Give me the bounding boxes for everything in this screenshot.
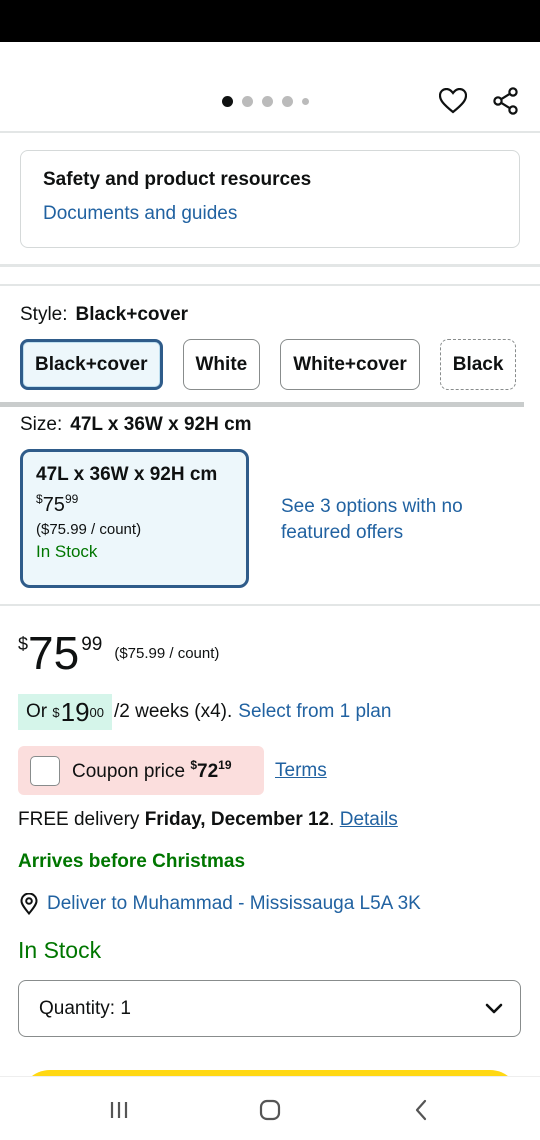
size-card-title: 47L x 36W x 92H cm — [36, 464, 218, 485]
style-option-white[interactable]: White — [182, 339, 261, 390]
safety-resources-card[interactable]: Safety and product resources Documents a… — [20, 150, 520, 248]
carousel-dot[interactable] — [242, 96, 253, 107]
divider — [0, 264, 540, 267]
installment-fraction: 00 — [89, 704, 105, 720]
share-icon[interactable] — [489, 84, 523, 118]
carousel-dot[interactable] — [302, 98, 309, 105]
arrives-before-christmas: Arrives before Christmas — [18, 851, 246, 872]
coupon-box[interactable]: Coupon price $7219 — [18, 746, 264, 795]
installment-offer: Or $19 00 /2 weeks (x4). Select from 1 pl… — [18, 694, 391, 730]
installment-amount: Or $19 00 — [18, 694, 113, 730]
carousel-dot[interactable] — [262, 96, 273, 107]
size-card-stock: In Stock — [36, 542, 98, 561]
price-whole: 75 — [28, 627, 80, 679]
installment-prefix: Or — [26, 701, 48, 722]
coupon-symbol: $ — [190, 758, 197, 772]
style-selected-value: Black+cover — [75, 304, 189, 325]
size-card-price: $7599 — [36, 492, 233, 517]
coupon-checkbox[interactable] — [30, 755, 60, 786]
style-label: Style: Black+cover — [20, 304, 188, 326]
select-plan-link[interactable]: Select from 1 plan — [238, 701, 391, 723]
style-label-text: Style: — [20, 304, 68, 325]
quantity-value: 1 — [120, 997, 131, 1019]
quantity-label: Quantity: — [39, 997, 116, 1019]
recent-apps-icon[interactable] — [104, 1095, 134, 1125]
quantity-select[interactable]: Quantity: 1 — [18, 980, 521, 1037]
style-option-black-cover[interactable]: Black+cover — [20, 339, 163, 390]
system-navigation-bar — [0, 1076, 540, 1140]
divider — [0, 604, 540, 606]
coupon-whole: 72 — [197, 761, 219, 782]
size-label-text: Size: — [20, 414, 63, 435]
home-icon[interactable] — [255, 1095, 285, 1125]
size-label: Size: 47L x 36W x 92H cm — [20, 414, 252, 436]
price-fraction: 99 — [81, 634, 103, 655]
price-whole: 75 — [42, 494, 65, 516]
chevron-down-icon — [485, 1003, 503, 1014]
coupon-price: $7219 — [190, 758, 232, 782]
delivery-prefix: FREE delivery — [18, 809, 140, 830]
divider — [0, 131, 540, 133]
back-icon[interactable] — [406, 1095, 436, 1125]
size-selected-value: 47L x 36W x 92H cm — [70, 414, 252, 435]
size-card-unit-price: ($75.99 / count) — [36, 521, 142, 538]
carousel-dot[interactable] — [222, 96, 233, 107]
documents-guides-link[interactable]: Documents and guides — [43, 203, 497, 225]
price-symbol: $ — [18, 634, 29, 654]
carousel-dot[interactable] — [282, 96, 293, 107]
coupon-label: Coupon price — [72, 761, 186, 782]
main-price: $ 75 99 ($75.99 / count) — [18, 626, 219, 680]
see-other-options-link[interactable]: See 3 options with no featured offers — [281, 494, 501, 546]
location-pin-icon — [20, 893, 38, 915]
image-carousel-dots[interactable] — [222, 96, 309, 107]
coupon-text: Coupon price $7219 — [72, 758, 232, 783]
deliver-to-location[interactable]: Deliver to Muhammad - Mississauga L5A 3K — [18, 893, 421, 915]
installment-period: /2 weeks (x4). — [114, 701, 233, 722]
coupon-terms-link[interactable]: Terms — [275, 760, 327, 782]
installment-whole: 19 — [60, 696, 90, 727]
installment-symbol: $ — [52, 704, 60, 720]
wishlist-heart-icon[interactable] — [436, 84, 470, 118]
delivery-date: Friday, December 12 — [144, 809, 330, 830]
unit-price: ($75.99 / count) — [114, 645, 220, 662]
coupon-fraction: 19 — [218, 758, 232, 772]
delivery-details-link[interactable]: Details — [340, 809, 398, 830]
delivery-info: FREE delivery Friday, December 12. Detai… — [18, 809, 398, 831]
size-option-card[interactable]: 47L x 36W x 92H cm $7599 ($75.99 / count… — [20, 449, 249, 588]
style-option-white-cover[interactable]: White+cover — [280, 339, 420, 390]
style-options: Black+cover White White+cover Black — [20, 339, 517, 390]
divider — [0, 284, 540, 286]
deliver-to-text[interactable]: Deliver to Muhammad - Mississauga L5A 3K — [47, 893, 421, 915]
resources-title: Safety and product resources — [43, 169, 312, 190]
status-bar — [0, 0, 540, 42]
price-fraction: 99 — [64, 492, 79, 506]
style-option-black[interactable]: Black — [439, 339, 517, 390]
style-options-scrollbar — [0, 402, 524, 407]
price-symbol: $ — [36, 492, 43, 506]
delivery-suffix: . — [329, 809, 335, 830]
stock-status: In Stock — [18, 937, 102, 963]
